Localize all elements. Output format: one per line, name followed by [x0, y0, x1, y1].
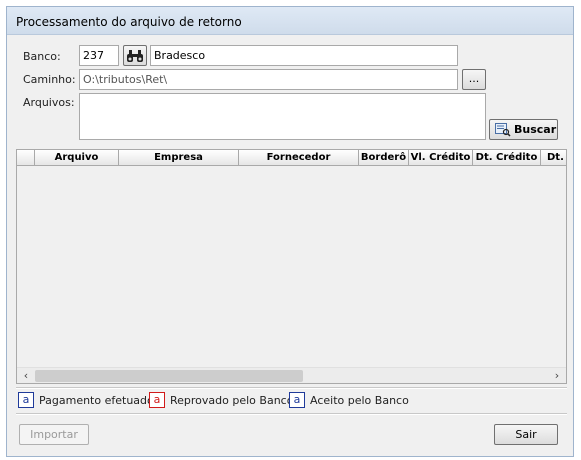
footer-divider: [16, 413, 567, 415]
grid-indicator-column: [17, 150, 35, 165]
importar-button[interactable]: Importar: [19, 424, 89, 445]
column-dt-de[interactable]: Dt. De: [541, 150, 566, 165]
legend-marker-pagamento: a: [18, 392, 34, 408]
caminho-field[interactable]: O:\tributos\Ret\: [79, 69, 458, 90]
results-grid[interactable]: Arquivo Empresa Fornecedor Borderô Vl. C…: [16, 149, 567, 384]
horizontal-scrollbar[interactable]: ‹ ›: [17, 367, 566, 383]
title-bar: Processamento do arquivo de retorno: [7, 7, 573, 35]
arquivos-list[interactable]: [79, 93, 486, 140]
scroll-left-icon[interactable]: ‹: [18, 369, 34, 383]
legend-marker-aceito: a: [289, 392, 305, 408]
column-vl-credito[interactable]: Vl. Crédito: [409, 150, 473, 165]
arquivos-label: Arquivos:: [23, 96, 75, 109]
column-bordero[interactable]: Borderô: [359, 150, 409, 165]
banco-name-field[interactable]: Bradesco: [150, 45, 458, 66]
legend-label-aceito: Aceito pelo Banco: [310, 394, 409, 407]
binoculars-icon: [127, 50, 143, 62]
legend-label-pagamento: Pagamento efetuado: [39, 394, 154, 407]
binoculars-button[interactable]: [123, 45, 147, 66]
scroll-thumb[interactable]: [35, 370, 303, 382]
banco-label: Banco:: [23, 50, 61, 63]
buscar-label: Buscar: [514, 123, 557, 136]
legend-label-reprovado: Reprovado pelo Banco: [170, 394, 294, 407]
caminho-label: Caminho:: [23, 73, 76, 86]
column-arquivo[interactable]: Arquivo: [35, 150, 119, 165]
column-fornecedor[interactable]: Fornecedor: [239, 150, 359, 165]
search-icon: [495, 123, 511, 137]
window-title: Processamento do arquivo de retorno: [16, 15, 242, 29]
buscar-button[interactable]: Buscar: [489, 119, 558, 140]
dialog-window: Processamento do arquivo de retorno Banc…: [6, 6, 574, 457]
legend-top-divider: [16, 387, 567, 389]
column-empresa[interactable]: Empresa: [119, 150, 239, 165]
grid-header: Arquivo Empresa Fornecedor Borderô Vl. C…: [17, 150, 566, 166]
legend-marker-reprovado: a: [149, 392, 165, 408]
scroll-right-icon[interactable]: ›: [549, 369, 565, 383]
browse-button[interactable]: ...: [462, 69, 486, 90]
banco-code-field[interactable]: 237: [79, 45, 119, 66]
sair-button[interactable]: Sair: [494, 424, 558, 445]
column-dt-credito[interactable]: Dt. Crédito: [473, 150, 541, 165]
